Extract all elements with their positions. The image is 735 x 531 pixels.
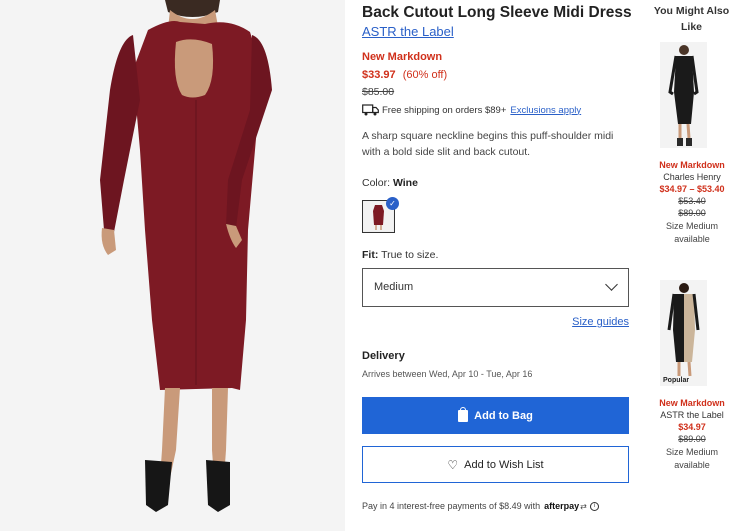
recommendation-card[interactable]: Popular New Markdown ASTR the Label $34.…: [654, 280, 730, 472]
rec-brand: Charles Henry: [663, 172, 721, 182]
fit-info: Fit: True to size.: [362, 249, 438, 261]
add-to-wishlist-button[interactable]: ♡ Add to Wish List: [362, 446, 629, 483]
product-title: Back Cutout Long Sleeve Midi Dress: [362, 4, 632, 21]
exclusions-link[interactable]: Exclusions apply: [510, 105, 581, 116]
recommendations-heading: You Might Also Like: [653, 5, 730, 33]
color-label: Color: Wine: [362, 177, 418, 189]
rec-original-price: $89.00: [678, 208, 706, 218]
product-description: A sharp square neckline begins this puff…: [362, 130, 614, 158]
markdown-badge: New Markdown: [362, 51, 443, 63]
rec-size-note: Size Medium available: [665, 221, 719, 244]
shipping-info: Free shipping on orders $89+ Exclusions …: [362, 104, 581, 116]
rec-markdown: New Markdown: [659, 398, 725, 408]
afterpay-arrows-icon: ⇄: [580, 501, 587, 511]
info-icon[interactable]: i: [589, 501, 599, 511]
discount-percent: (60% off): [402, 69, 448, 81]
delivery-heading: Delivery: [362, 350, 405, 362]
heart-icon: ♡: [447, 457, 459, 472]
fit-label: Fit:: [362, 249, 379, 261]
original-price: $85.00: [362, 86, 395, 98]
shipping-text: Free shipping on orders $89+: [382, 104, 507, 116]
afterpay-logo: afterpay: [544, 501, 580, 511]
price-row: $33.97 (60% off): [362, 69, 447, 81]
size-dropdown[interactable]: Medium: [362, 268, 629, 307]
rec-price: $34.97 – $53.40: [659, 184, 725, 194]
chevron-down-icon: [605, 278, 618, 291]
truck-icon: [362, 104, 379, 116]
size-selected-value: Medium: [374, 281, 414, 293]
delivery-estimate: Arrives between Wed, Apr 10 - Tue, Apr 1…: [362, 369, 533, 379]
color-label-text: Color:: [362, 177, 391, 189]
afterpay-info: Pay in 4 interest-free payments of $8.49…: [362, 501, 599, 511]
two-tone-dress-thumbnail: [660, 280, 707, 386]
add-to-wishlist-label: Add to Wish List: [464, 458, 544, 471]
sale-price: $33.97: [362, 69, 396, 81]
black-dress-thumbnail: [660, 42, 707, 148]
brand-link[interactable]: ASTR the Label: [362, 24, 454, 39]
recommendation-image[interactable]: [660, 42, 707, 148]
fit-value: True to size.: [381, 249, 439, 261]
rec-price: $34.97: [678, 422, 706, 432]
product-main-image[interactable]: [0, 0, 345, 531]
afterpay-text: Pay in 4 interest-free payments of $8.49…: [362, 501, 541, 511]
add-to-bag-button[interactable]: Add to Bag: [362, 397, 629, 434]
rec-brand: ASTR the Label: [660, 410, 724, 420]
selected-check-icon: ✓: [386, 197, 399, 210]
rec-markdown: New Markdown: [659, 160, 725, 170]
rec-original-price: $89.00: [678, 434, 706, 444]
rec-original-price: $53.40: [678, 196, 706, 206]
add-to-bag-label: Add to Bag: [474, 409, 533, 422]
recommendation-card[interactable]: New Markdown Charles Henry $34.97 – $53.…: [654, 42, 730, 246]
color-value: Wine: [392, 177, 418, 189]
size-guides-link[interactable]: Size guides: [572, 316, 629, 328]
dress-model-illustration: [0, 0, 345, 531]
bag-icon: [458, 406, 469, 422]
popular-badge: Popular: [663, 377, 690, 384]
rec-size-note: Size Medium available: [665, 447, 719, 470]
recommendation-image[interactable]: Popular: [660, 280, 707, 386]
